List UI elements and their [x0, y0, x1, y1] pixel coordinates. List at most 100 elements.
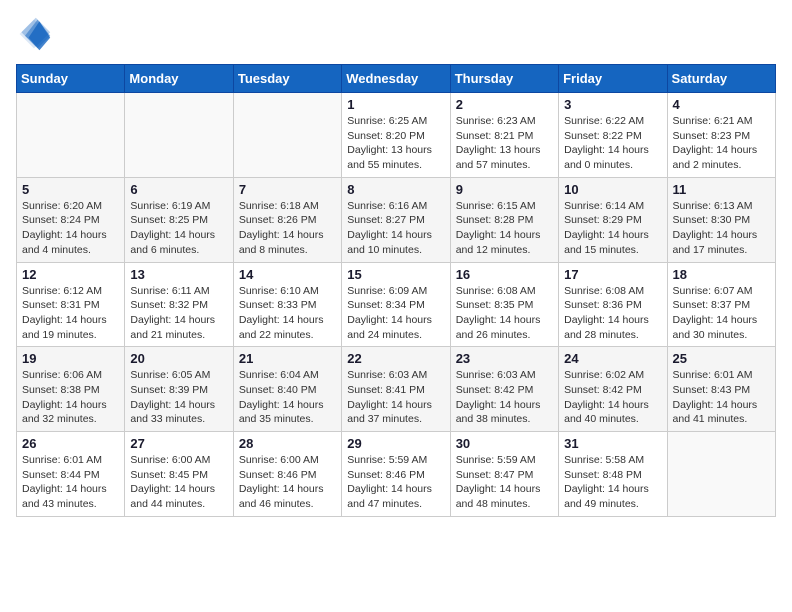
calendar-week-row: 5 Sunrise: 6:20 AM Sunset: 8:24 PM Daylig…	[17, 177, 776, 262]
calendar-cell: 3 Sunrise: 6:22 AM Sunset: 8:22 PM Daylig…	[559, 93, 667, 178]
day-info: Sunrise: 6:11 AM Sunset: 8:32 PM Dayligh…	[130, 284, 227, 343]
day-of-week-header: Tuesday	[233, 65, 341, 93]
day-info: Sunrise: 6:08 AM Sunset: 8:36 PM Dayligh…	[564, 284, 661, 343]
calendar-cell: 27 Sunrise: 6:00 AM Sunset: 8:45 PM Dayli…	[125, 432, 233, 517]
day-number: 23	[456, 351, 553, 366]
day-info: Sunrise: 6:01 AM Sunset: 8:44 PM Dayligh…	[22, 453, 119, 512]
calendar-cell: 21 Sunrise: 6:04 AM Sunset: 8:40 PM Dayli…	[233, 347, 341, 432]
calendar-table: SundayMondayTuesdayWednesdayThursdayFrid…	[16, 64, 776, 517]
day-info: Sunrise: 6:14 AM Sunset: 8:29 PM Dayligh…	[564, 199, 661, 258]
day-number: 7	[239, 182, 336, 197]
day-info: Sunrise: 6:12 AM Sunset: 8:31 PM Dayligh…	[22, 284, 119, 343]
calendar-cell	[17, 93, 125, 178]
calendar-header-row: SundayMondayTuesdayWednesdayThursdayFrid…	[17, 65, 776, 93]
day-info: Sunrise: 6:01 AM Sunset: 8:43 PM Dayligh…	[673, 368, 770, 427]
day-number: 16	[456, 267, 553, 282]
calendar-cell	[233, 93, 341, 178]
calendar-cell: 14 Sunrise: 6:10 AM Sunset: 8:33 PM Dayli…	[233, 262, 341, 347]
calendar-cell: 22Sunrise: 6:03 AM Sunset: 8:41 PM Dayli…	[342, 347, 450, 432]
calendar-week-row: 12 Sunrise: 6:12 AM Sunset: 8:31 PM Dayli…	[17, 262, 776, 347]
day-number: 14	[239, 267, 336, 282]
day-number: 19	[22, 351, 119, 366]
day-number: 18	[673, 267, 770, 282]
day-number: 27	[130, 436, 227, 451]
day-info: Sunrise: 6:02 AM Sunset: 8:42 PM Dayligh…	[564, 368, 661, 427]
day-number: 21	[239, 351, 336, 366]
calendar-cell: 29 Sunrise: 5:59 AM Sunset: 8:46 PM Dayli…	[342, 432, 450, 517]
day-info: Sunrise: 6:06 AM Sunset: 8:38 PM Dayligh…	[22, 368, 119, 427]
calendar-cell: 7 Sunrise: 6:18 AM Sunset: 8:26 PM Daylig…	[233, 177, 341, 262]
day-number: 20	[130, 351, 227, 366]
day-number: 28	[239, 436, 336, 451]
day-number: 1	[347, 97, 444, 112]
day-info: Sunrise: 6:07 AM Sunset: 8:37 PM Dayligh…	[673, 284, 770, 343]
day-number: 11	[673, 182, 770, 197]
day-info: Sunrise: 6:23 AM Sunset: 8:21 PM Dayligh…	[456, 114, 553, 173]
day-info: Sunrise: 6:13 AM Sunset: 8:30 PM Dayligh…	[673, 199, 770, 258]
day-info: Sunrise: 6:05 AM Sunset: 8:39 PM Dayligh…	[130, 368, 227, 427]
day-number: 13	[130, 267, 227, 282]
calendar-cell: 8Sunrise: 6:16 AM Sunset: 8:27 PM Daylig…	[342, 177, 450, 262]
day-of-week-header: Sunday	[17, 65, 125, 93]
calendar-week-row: 1 Sunrise: 6:25 AM Sunset: 8:20 PM Daylig…	[17, 93, 776, 178]
calendar-cell: 31Sunrise: 5:58 AM Sunset: 8:48 PM Dayli…	[559, 432, 667, 517]
logo-icon	[16, 16, 52, 52]
day-of-week-header: Saturday	[667, 65, 775, 93]
calendar-cell: 2 Sunrise: 6:23 AM Sunset: 8:21 PM Daylig…	[450, 93, 558, 178]
calendar-week-row: 26Sunrise: 6:01 AM Sunset: 8:44 PM Dayli…	[17, 432, 776, 517]
calendar-cell: 30Sunrise: 5:59 AM Sunset: 8:47 PM Dayli…	[450, 432, 558, 517]
calendar-cell: 19 Sunrise: 6:06 AM Sunset: 8:38 PM Dayli…	[17, 347, 125, 432]
calendar-cell: 4 Sunrise: 6:21 AM Sunset: 8:23 PM Daylig…	[667, 93, 775, 178]
day-of-week-header: Monday	[125, 65, 233, 93]
calendar-cell: 1 Sunrise: 6:25 AM Sunset: 8:20 PM Daylig…	[342, 93, 450, 178]
calendar-cell	[125, 93, 233, 178]
calendar-cell: 9 Sunrise: 6:15 AM Sunset: 8:28 PM Daylig…	[450, 177, 558, 262]
calendar-cell	[667, 432, 775, 517]
day-info: Sunrise: 6:09 AM Sunset: 8:34 PM Dayligh…	[347, 284, 444, 343]
day-info: Sunrise: 5:59 AM Sunset: 8:46 PM Dayligh…	[347, 453, 444, 512]
calendar-cell: 24 Sunrise: 6:02 AM Sunset: 8:42 PM Dayli…	[559, 347, 667, 432]
day-number: 25	[673, 351, 770, 366]
day-number: 12	[22, 267, 119, 282]
day-number: 24	[564, 351, 661, 366]
day-info: Sunrise: 6:00 AM Sunset: 8:46 PM Dayligh…	[239, 453, 336, 512]
logo	[16, 16, 56, 52]
calendar-cell: 15 Sunrise: 6:09 AM Sunset: 8:34 PM Dayli…	[342, 262, 450, 347]
day-info: Sunrise: 6:16 AM Sunset: 8:27 PM Dayligh…	[347, 199, 444, 258]
day-info: Sunrise: 6:22 AM Sunset: 8:22 PM Dayligh…	[564, 114, 661, 173]
day-info: Sunrise: 6:20 AM Sunset: 8:24 PM Dayligh…	[22, 199, 119, 258]
day-number: 17	[564, 267, 661, 282]
day-info: Sunrise: 6:21 AM Sunset: 8:23 PM Dayligh…	[673, 114, 770, 173]
day-info: Sunrise: 5:59 AM Sunset: 8:47 PM Dayligh…	[456, 453, 553, 512]
day-number: 9	[456, 182, 553, 197]
calendar-cell: 5 Sunrise: 6:20 AM Sunset: 8:24 PM Daylig…	[17, 177, 125, 262]
day-number: 5	[22, 182, 119, 197]
day-of-week-header: Friday	[559, 65, 667, 93]
day-number: 3	[564, 97, 661, 112]
calendar-cell: 11 Sunrise: 6:13 AM Sunset: 8:30 PM Dayli…	[667, 177, 775, 262]
calendar-cell: 20 Sunrise: 6:05 AM Sunset: 8:39 PM Dayli…	[125, 347, 233, 432]
day-info: Sunrise: 6:04 AM Sunset: 8:40 PM Dayligh…	[239, 368, 336, 427]
calendar-week-row: 19 Sunrise: 6:06 AM Sunset: 8:38 PM Dayli…	[17, 347, 776, 432]
day-info: Sunrise: 6:15 AM Sunset: 8:28 PM Dayligh…	[456, 199, 553, 258]
day-info: Sunrise: 6:18 AM Sunset: 8:26 PM Dayligh…	[239, 199, 336, 258]
day-info: Sunrise: 6:19 AM Sunset: 8:25 PM Dayligh…	[130, 199, 227, 258]
day-info: Sunrise: 6:08 AM Sunset: 8:35 PM Dayligh…	[456, 284, 553, 343]
day-info: Sunrise: 6:10 AM Sunset: 8:33 PM Dayligh…	[239, 284, 336, 343]
day-of-week-header: Wednesday	[342, 65, 450, 93]
day-number: 2	[456, 97, 553, 112]
day-number: 4	[673, 97, 770, 112]
day-info: Sunrise: 6:25 AM Sunset: 8:20 PM Dayligh…	[347, 114, 444, 173]
day-info: Sunrise: 6:00 AM Sunset: 8:45 PM Dayligh…	[130, 453, 227, 512]
calendar-cell: 28 Sunrise: 6:00 AM Sunset: 8:46 PM Dayli…	[233, 432, 341, 517]
day-info: Sunrise: 5:58 AM Sunset: 8:48 PM Dayligh…	[564, 453, 661, 512]
calendar-cell: 6Sunrise: 6:19 AM Sunset: 8:25 PM Daylig…	[125, 177, 233, 262]
calendar-cell: 23 Sunrise: 6:03 AM Sunset: 8:42 PM Dayli…	[450, 347, 558, 432]
day-of-week-header: Thursday	[450, 65, 558, 93]
page-header	[16, 16, 776, 52]
day-number: 15	[347, 267, 444, 282]
calendar-cell: 10Sunrise: 6:14 AM Sunset: 8:29 PM Dayli…	[559, 177, 667, 262]
day-info: Sunrise: 6:03 AM Sunset: 8:41 PM Dayligh…	[347, 368, 444, 427]
day-number: 29	[347, 436, 444, 451]
day-info: Sunrise: 6:03 AM Sunset: 8:42 PM Dayligh…	[456, 368, 553, 427]
